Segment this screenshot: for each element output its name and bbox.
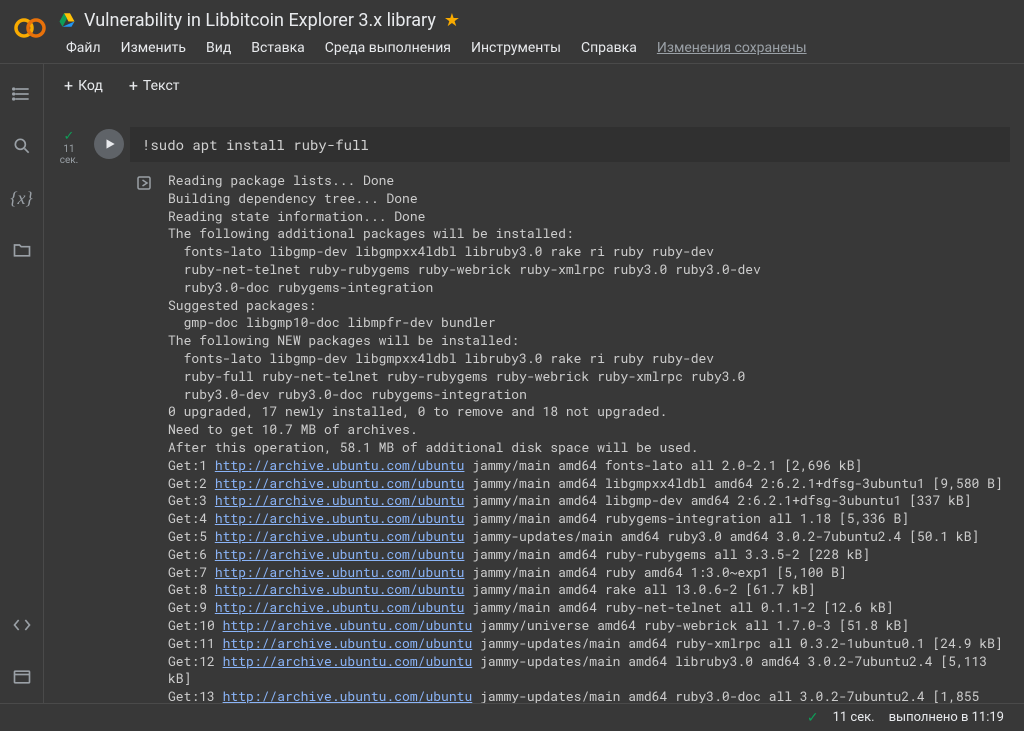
- code-snippets-icon[interactable]: [10, 613, 34, 637]
- add-text-label: Текст: [143, 78, 180, 94]
- menu-insert[interactable]: Вставка: [243, 36, 312, 60]
- archive-link[interactable]: http://archive.ubuntu.com/ubuntu: [215, 580, 465, 598]
- code-input[interactable]: !sudo apt install ruby-full: [130, 127, 1010, 162]
- archive-link[interactable]: http://archive.ubuntu.com/ubuntu: [215, 527, 465, 545]
- toolbar: + Код + Текст: [44, 64, 1024, 107]
- archive-link[interactable]: http://archive.ubuntu.com/ubuntu: [215, 456, 465, 474]
- output-collapse-icon[interactable]: [130, 172, 158, 703]
- plus-icon: +: [64, 76, 73, 95]
- folder-icon[interactable]: [10, 238, 34, 262]
- menu-file[interactable]: Файл: [58, 36, 109, 60]
- changes-saved-link[interactable]: Изменения сохранены: [649, 36, 815, 60]
- cell-exec-seconds: 11: [63, 144, 74, 155]
- add-code-label: Код: [78, 78, 103, 94]
- footer-completed: выполнено в 11:19: [889, 710, 1004, 725]
- check-icon: ✓: [807, 710, 819, 726]
- run-button[interactable]: [94, 129, 124, 159]
- archive-link[interactable]: http://archive.ubuntu.com/ubuntu: [215, 545, 465, 563]
- add-text-button[interactable]: + Текст: [123, 72, 186, 99]
- archive-link[interactable]: http://archive.ubuntu.com/ubuntu: [215, 509, 465, 527]
- menu-runtime[interactable]: Среда выполнения: [317, 36, 459, 60]
- drive-icon: [58, 11, 76, 29]
- menu-edit[interactable]: Изменить: [113, 36, 194, 60]
- plus-icon: +: [129, 76, 138, 95]
- star-icon[interactable]: ★: [444, 10, 460, 31]
- archive-link[interactable]: http://archive.ubuntu.com/ubuntu: [223, 652, 473, 670]
- archive-link[interactable]: http://archive.ubuntu.com/ubuntu: [223, 687, 473, 703]
- archive-link[interactable]: http://archive.ubuntu.com/ubuntu: [215, 474, 465, 492]
- check-icon: ✓: [64, 129, 75, 144]
- code-cell: ✓ 11 сек. !sudo apt install ruby-full: [52, 127, 1024, 703]
- cell-status-gutter[interactable]: ✓ 11 сек.: [52, 129, 86, 166]
- toc-icon[interactable]: [10, 82, 34, 106]
- terminal-icon[interactable]: [10, 665, 34, 689]
- archive-link[interactable]: http://archive.ubuntu.com/ubuntu: [215, 491, 465, 509]
- colab-logo[interactable]: [12, 10, 48, 46]
- cell-output: Reading package lists... Done Building d…: [168, 172, 1010, 703]
- document-title[interactable]: Vulnerability in Libbitcoin Explorer 3.x…: [84, 10, 436, 31]
- menu-help[interactable]: Справка: [573, 36, 645, 60]
- add-code-button[interactable]: + Код: [58, 72, 109, 99]
- header: Vulnerability in Libbitcoin Explorer 3.x…: [0, 0, 1024, 64]
- archive-link[interactable]: http://archive.ubuntu.com/ubuntu: [223, 634, 473, 652]
- archive-link[interactable]: http://archive.ubuntu.com/ubuntu: [215, 563, 465, 581]
- menu-tools[interactable]: Инструменты: [463, 36, 569, 60]
- archive-link[interactable]: http://archive.ubuntu.com/ubuntu: [223, 616, 473, 634]
- variables-icon[interactable]: {x}: [10, 186, 34, 210]
- archive-link[interactable]: http://archive.ubuntu.com/ubuntu: [215, 598, 465, 616]
- footer: ✓ 11 сек. выполнено в 11:19: [0, 703, 1024, 731]
- search-icon[interactable]: [10, 134, 34, 158]
- menu-view[interactable]: Вид: [198, 36, 239, 60]
- sidebar: {x}: [0, 64, 44, 703]
- footer-runtime: 11 сек.: [833, 710, 875, 725]
- cell-exec-unit: сек.: [60, 155, 79, 166]
